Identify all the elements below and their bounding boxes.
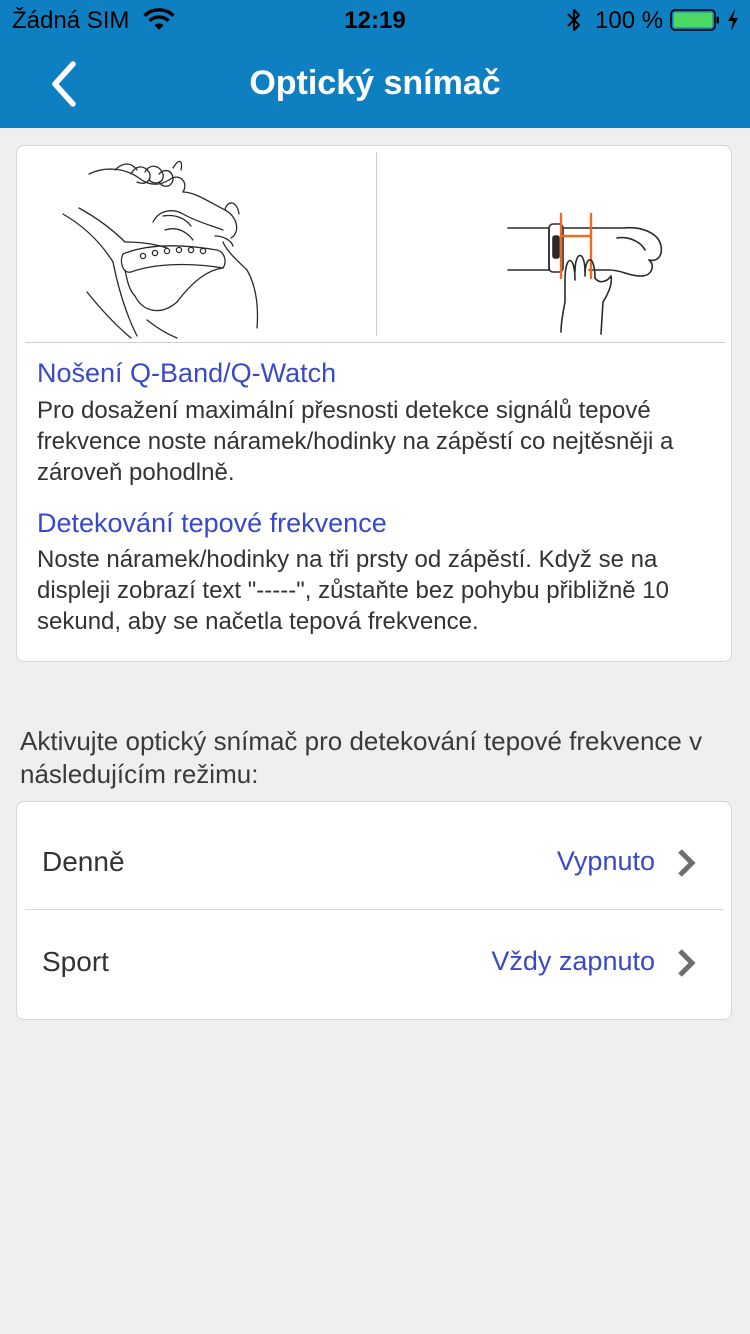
chevron-right-icon: [678, 949, 696, 977]
info-card: Nošení Q-Band/Q-Watch Pro dosažení maxim…: [16, 145, 732, 662]
info-text-detection: Noste náramek/hodinky na tři prsty od zá…: [37, 546, 670, 635]
mode-row-daily[interactable]: Denně Vypnuto: [17, 802, 731, 902]
mode-label: Denně: [42, 846, 125, 877]
mode-settings-card: Denně Vypnuto Sport Vždy zapnuto: [16, 801, 732, 1020]
mode-label: Sport: [42, 946, 109, 977]
chevron-right-icon: [678, 849, 696, 877]
info-heading-detection: Detekování tepové frekvence: [37, 508, 387, 538]
mode-row-sport[interactable]: Sport Vždy zapnuto: [17, 902, 731, 1002]
page-title: Optický snímač: [249, 64, 501, 102]
mode-value: Vypnuto: [556, 846, 655, 876]
bluetooth-icon: [567, 8, 581, 32]
battery-icon: [670, 9, 719, 31]
wristband-wearing-illustration: [62, 160, 259, 339]
mode-prompt: Aktivujte optický snímač pro detekování …: [20, 726, 703, 789]
illustration-separator: [25, 342, 725, 343]
battery-percent: 100 %: [595, 7, 664, 34]
illustration-divider: [376, 152, 377, 336]
info-text-wearing: Pro dosažení maximální přesnosti detekce…: [37, 397, 674, 486]
charging-bolt-icon: [728, 9, 738, 31]
three-finger-placement-illustration: [507, 212, 663, 335]
status-bar: Žádná SIM 12:19 100 %: [0, 0, 750, 40]
top-bar: Žádná SIM 12:19 100 % Optický snímač: [0, 0, 750, 128]
mode-value: Vždy zapnuto: [491, 946, 655, 976]
info-heading-wearing: Nošení Q-Band/Q-Watch: [37, 358, 337, 388]
